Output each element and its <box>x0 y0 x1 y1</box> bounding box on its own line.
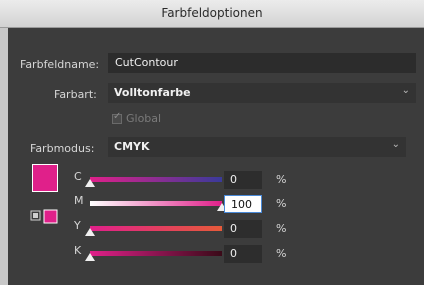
dialog-title: Farbfeldoptionen <box>161 6 263 20</box>
channel-label: C <box>74 170 82 183</box>
percent-sign: % <box>276 222 287 235</box>
chevron-down-icon: ⌄ <box>391 139 400 150</box>
global-checkbox[interactable] <box>112 111 122 124</box>
color-type-dropdown[interactable]: Volltonfarbe ⌄ <box>108 83 416 103</box>
title-bar: Farbfeldoptionen <box>0 0 424 28</box>
swatch-name-input[interactable]: CutContour <box>108 53 416 73</box>
channel-label: K <box>74 244 82 257</box>
channel-slider-track[interactable] <box>90 251 222 256</box>
color-type-label: Farbart: <box>54 88 97 101</box>
channel-value-input[interactable]: 0 <box>224 220 262 238</box>
channel-label: Y <box>74 219 81 232</box>
channel-slider-track[interactable] <box>90 201 222 206</box>
channel-slider-track[interactable] <box>90 177 222 182</box>
channel-slider-track[interactable] <box>90 226 222 231</box>
percent-sign: % <box>276 173 287 186</box>
global-label: Global <box>126 112 162 125</box>
channel-slider-knob[interactable] <box>85 179 95 187</box>
gamut-icon[interactable] <box>30 208 62 230</box>
channel-slider-knob[interactable] <box>85 253 95 261</box>
channel-label: M <box>74 194 84 207</box>
color-mode-dropdown[interactable]: CMYK ⌄ <box>108 137 406 157</box>
channel-value-input[interactable]: 100 <box>224 195 262 213</box>
color-preview-swatch <box>32 164 58 192</box>
chevron-down-icon: ⌄ <box>401 85 410 96</box>
dialog-body: Farbfeldname: CutContour Farbart: Vollto… <box>8 28 424 285</box>
color-type-value: Volltonfarbe <box>114 86 191 99</box>
color-mode-label: Farbmodus: <box>30 142 95 155</box>
color-mode-value: CMYK <box>114 140 150 153</box>
channel-value-input[interactable]: 0 <box>224 245 262 263</box>
channel-slider-knob[interactable] <box>85 228 95 236</box>
percent-sign: % <box>276 247 287 260</box>
percent-sign: % <box>276 197 287 210</box>
channel-value-input[interactable]: 0 <box>224 171 262 189</box>
swatch-name-label: Farbfeldname: <box>20 58 100 71</box>
